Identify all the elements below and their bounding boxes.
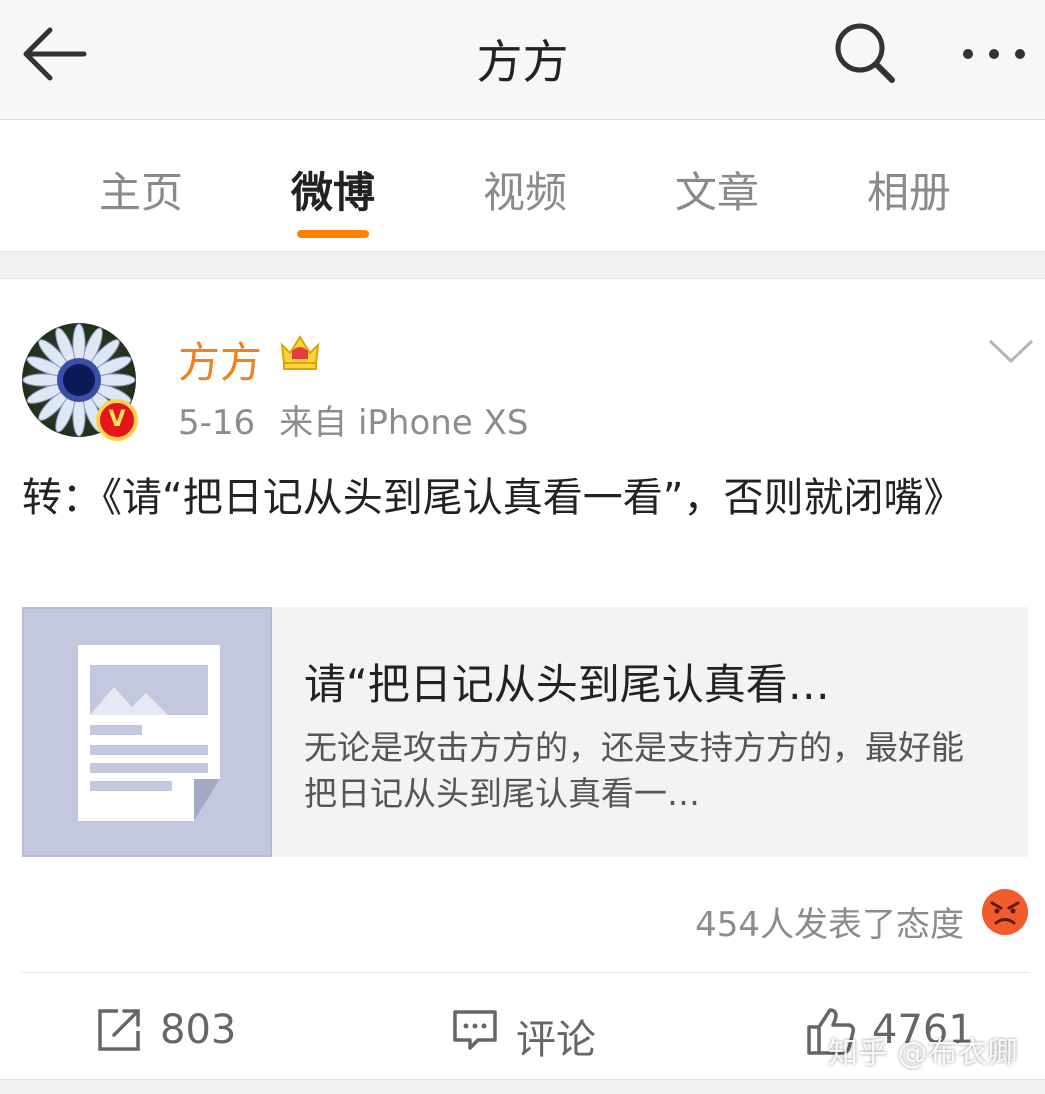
tab-articles[interactable]: 文章 — [621, 159, 813, 220]
search-icon — [835, 23, 895, 83]
search-button[interactable] — [832, 20, 898, 86]
repost-count: 803 — [160, 1007, 237, 1053]
comment-icon — [453, 1010, 497, 1050]
article-link-card[interactable]: 请“把日记从头到尾认真看… 无论是攻击方方的，还是支持方方的，最好能把日记从头到… — [22, 607, 1028, 857]
comment-button[interactable]: 评论 — [452, 997, 632, 1063]
chevron-down-icon — [988, 339, 1034, 364]
top-nav-bar: 方方 — [0, 0, 1045, 120]
arrow-left-icon — [23, 27, 87, 81]
profile-tabs: 主页 微博 视频 文章 相册 — [0, 121, 1045, 251]
article-thumbnail — [22, 607, 272, 857]
action-divider — [22, 972, 1030, 973]
post-meta: 5-16 来自 iPhone XS — [178, 395, 528, 444]
post-text: 转：《请“把日记从头到尾认真看一看”，否则就闭嘴》 — [22, 475, 964, 521]
repost-button[interactable]: 803 — [96, 997, 296, 1061]
post-menu-button[interactable] — [986, 333, 1036, 369]
article-description: 无论是攻击方方的，还是支持方方的，最好能把日记从头到尾认真看一… — [304, 728, 964, 813]
post-card: V 方方 5-16 来自 iPhone XS 转：《请“把日记从头到尾认真看一看”… — [0, 279, 1045, 1079]
more-dots-icon — [963, 49, 1025, 59]
reactions-summary[interactable]: 454人发表了态度 — [600, 887, 1030, 945]
tab-video[interactable]: 视频 — [429, 159, 621, 220]
section-separator-bottom — [0, 1079, 1045, 1094]
tab-home[interactable]: 主页 — [45, 159, 237, 220]
article-title: 请“把日记从头到尾认真看… — [304, 660, 830, 709]
post-source: 来自 iPhone XS — [279, 403, 529, 443]
thumbs-up-icon — [807, 1008, 855, 1055]
like-button[interactable]: 4761 — [806, 997, 1036, 1061]
tab-album[interactable]: 相册 — [813, 159, 1005, 220]
active-tab-indicator — [297, 230, 369, 238]
angry-face-icon — [982, 889, 1028, 935]
more-options-button[interactable] — [958, 40, 1030, 68]
reactions-count: 454人发表了态度 — [695, 905, 964, 945]
author-name[interactable]: 方方 — [178, 329, 262, 390]
tab-weibo[interactable]: 微博 — [237, 159, 429, 220]
like-count: 4761 — [872, 1007, 974, 1053]
comment-label: 评论 — [516, 1017, 596, 1063]
section-separator — [0, 251, 1045, 279]
post-date: 5-16 — [178, 403, 256, 443]
verified-badge: V — [96, 399, 138, 441]
document-placeholder-icon — [78, 645, 220, 821]
share-icon — [98, 1009, 140, 1051]
back-button[interactable] — [18, 22, 90, 86]
crown-icon — [280, 335, 320, 370]
